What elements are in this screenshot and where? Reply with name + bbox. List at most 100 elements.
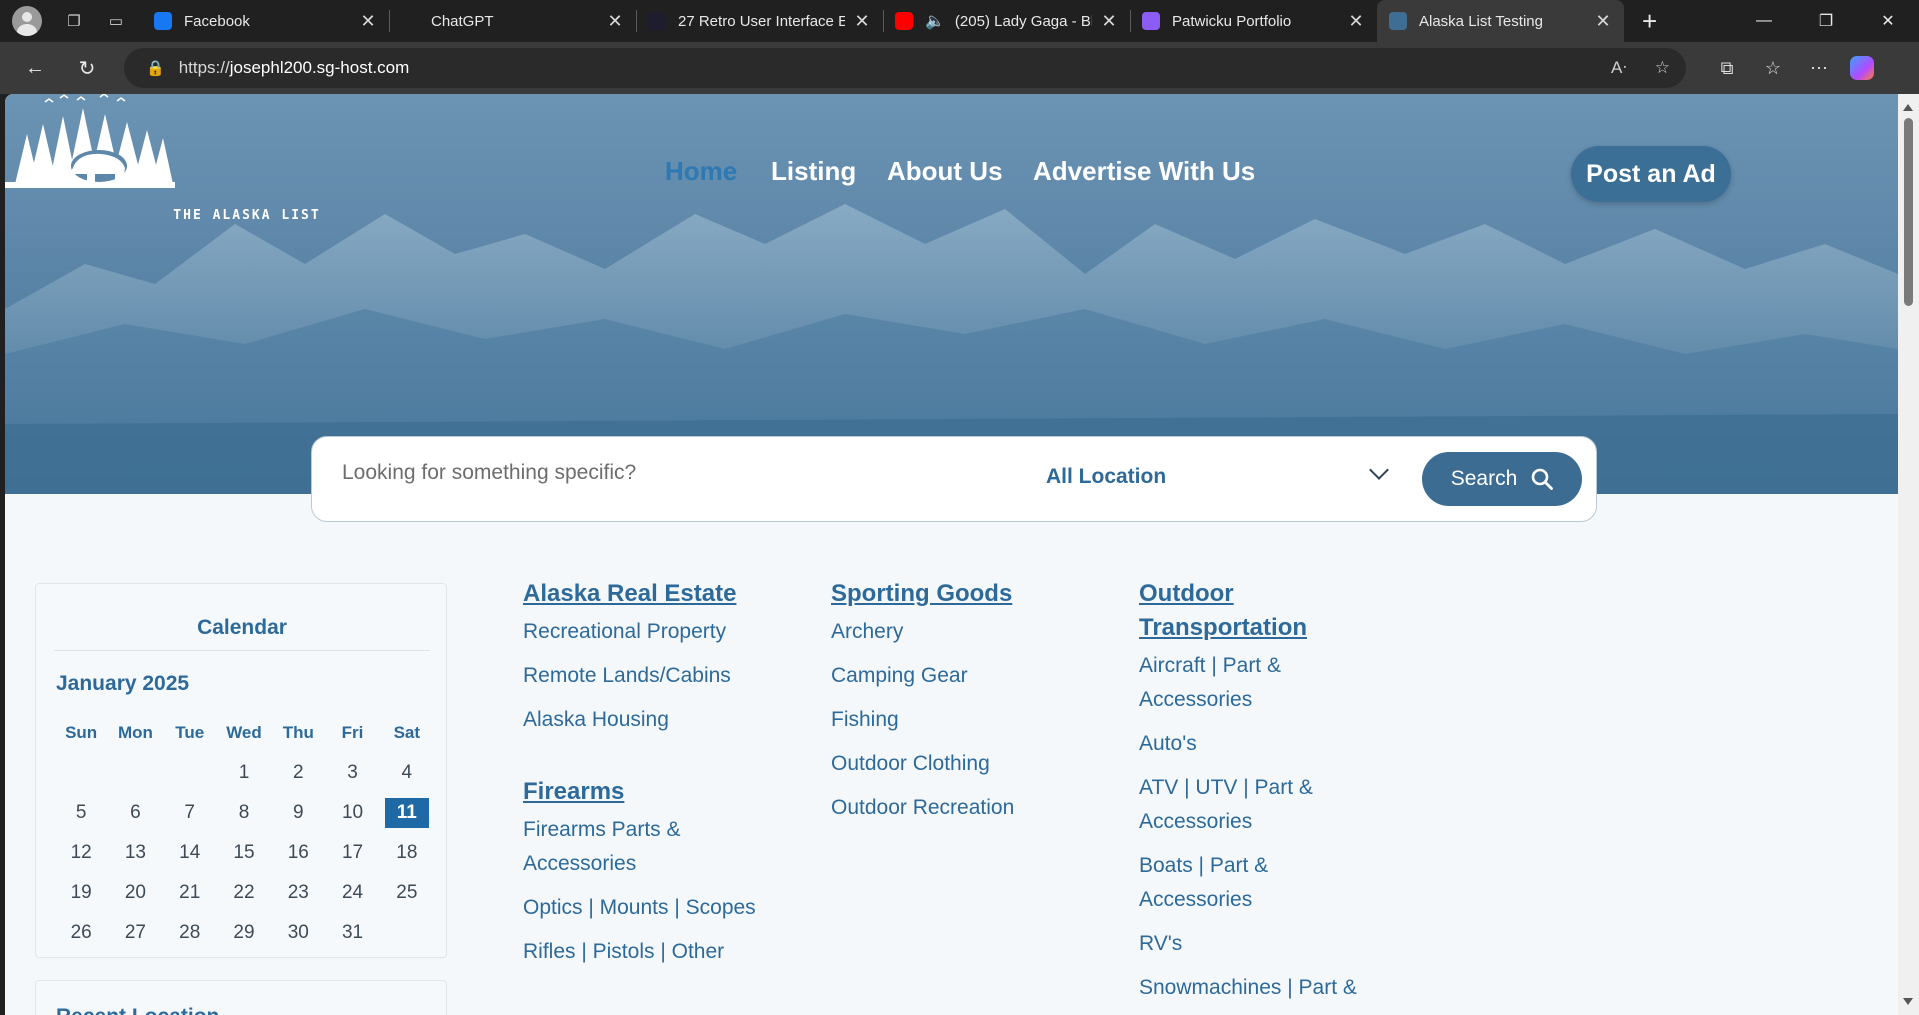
- scroll-up-icon[interactable]: [1903, 104, 1913, 111]
- reload-icon[interactable]: ↻: [68, 49, 106, 87]
- url-text[interactable]: https://josephl200.sg-host.com: [179, 58, 1583, 78]
- category-link[interactable]: Auto's: [1139, 727, 1384, 761]
- calendar-day[interactable]: 8: [217, 802, 271, 824]
- close-tab-icon[interactable]: ✕: [606, 11, 624, 32]
- close-tab-icon[interactable]: ✕: [359, 11, 377, 32]
- restore-icon[interactable]: ❐: [1795, 0, 1857, 42]
- alaska-list-logo[interactable]: [5, 94, 175, 198]
- category-link[interactable]: Fishing: [831, 703, 1081, 737]
- scroll-down-icon[interactable]: [1903, 998, 1913, 1005]
- calendar-today[interactable]: 11: [380, 798, 434, 828]
- browser-tab[interactable]: ChatGPT ✕: [389, 0, 636, 42]
- lock-icon[interactable]: 🔒: [146, 59, 165, 77]
- browser-tab[interactable]: 🔈 (205) Lady Gaga - Blo ✕: [883, 0, 1130, 42]
- nav-home[interactable]: Home: [665, 156, 737, 187]
- calendar-day[interactable]: 4: [380, 762, 434, 784]
- calendar-day[interactable]: 10: [325, 802, 379, 824]
- calendar-day[interactable]: 12: [54, 842, 108, 864]
- calendar-day[interactable]: 17: [325, 842, 379, 864]
- back-icon[interactable]: ←: [16, 49, 54, 87]
- minimize-icon[interactable]: —: [1733, 0, 1795, 42]
- calendar-day[interactable]: 29: [217, 922, 271, 944]
- calendar-day[interactable]: 30: [271, 922, 325, 944]
- calendar-day[interactable]: 5: [54, 802, 108, 824]
- category-heading[interactable]: Outdoor Transportation: [1139, 577, 1384, 645]
- category-link[interactable]: RV's: [1139, 927, 1384, 961]
- calendar-day[interactable]: 14: [163, 842, 217, 864]
- window-controls: — ❐ ✕: [1733, 0, 1919, 42]
- browser-tab[interactable]: Alaska List Testing ✕: [1377, 0, 1624, 42]
- nav-advertise[interactable]: Advertise With Us: [1033, 156, 1255, 187]
- close-tab-icon[interactable]: ✕: [1100, 11, 1118, 32]
- calendar-day[interactable]: 26: [54, 922, 108, 944]
- category-heading[interactable]: Firearms: [523, 775, 773, 809]
- profile-avatar-icon[interactable]: [12, 6, 42, 36]
- category-heading[interactable]: Alaska Real Estate: [523, 577, 773, 611]
- calendar-day[interactable]: 19: [54, 882, 108, 904]
- read-aloud-icon[interactable]: Aᐧ: [1611, 58, 1627, 78]
- category-link[interactable]: Snowmachines | Part &: [1139, 971, 1384, 1005]
- calendar-day[interactable]: 1: [217, 762, 271, 784]
- calendar-day[interactable]: 15: [217, 842, 271, 864]
- calendar-day[interactable]: 2: [271, 762, 325, 784]
- category-link[interactable]: Aircraft | Part & Accessories: [1139, 649, 1384, 717]
- calendar-day[interactable]: 27: [108, 922, 162, 944]
- search-input[interactable]: [342, 461, 962, 485]
- calendar-day[interactable]: 16: [271, 842, 325, 864]
- extensions-icon[interactable]: ⧉: [1704, 58, 1750, 79]
- copilot-icon[interactable]: [1850, 56, 1874, 80]
- category-link[interactable]: Firearms Parts & Accessories: [523, 813, 773, 881]
- browser-tab[interactable]: 27 Retro User Interface Ele ✕: [636, 0, 883, 42]
- calendar-day[interactable]: 21: [163, 882, 217, 904]
- calendar-day[interactable]: 23: [271, 882, 325, 904]
- calendar-week: 12 13 14 15 16 17 18: [54, 833, 434, 873]
- close-tab-icon[interactable]: ✕: [1347, 11, 1365, 32]
- calendar-day[interactable]: 20: [108, 882, 162, 904]
- category-link[interactable]: Remote Lands/Cabins: [523, 659, 773, 693]
- location-select[interactable]: All Location: [1046, 465, 1166, 489]
- calendar-day[interactable]: 25: [380, 882, 434, 904]
- browser-tab[interactable]: Facebook ✕: [142, 0, 389, 42]
- calendar-day[interactable]: 24: [325, 882, 379, 904]
- calendar-day[interactable]: 31: [325, 922, 379, 944]
- nav-about-us[interactable]: About Us: [887, 156, 1003, 187]
- category-link[interactable]: Alaska Housing: [523, 703, 773, 737]
- more-menu-icon[interactable]: ⋯: [1796, 58, 1842, 79]
- close-tab-icon[interactable]: ✕: [1594, 11, 1612, 32]
- search-button[interactable]: Search: [1422, 452, 1582, 506]
- category-link[interactable]: Camping Gear: [831, 659, 1081, 693]
- favorites-icon[interactable]: ☆: [1750, 58, 1796, 79]
- favorite-star-icon[interactable]: ☆: [1655, 58, 1670, 78]
- speaker-icon[interactable]: 🔈: [925, 11, 945, 31]
- category-link[interactable]: Rifles | Pistols | Other: [523, 935, 773, 969]
- workspaces-icon[interactable]: ❐: [64, 11, 84, 31]
- page-scrollbar[interactable]: [1898, 94, 1919, 1015]
- category-link[interactable]: Outdoor Recreation: [831, 791, 1081, 825]
- close-tab-icon[interactable]: ✕: [853, 11, 871, 32]
- post-ad-button[interactable]: Post an Ad: [1571, 146, 1731, 202]
- address-bar[interactable]: 🔒 https://josephl200.sg-host.com Aᐧ ☆: [124, 48, 1686, 88]
- close-window-icon[interactable]: ✕: [1857, 0, 1919, 42]
- category-link[interactable]: Boats | Part & Accessories: [1139, 849, 1384, 917]
- calendar-day[interactable]: 3: [325, 762, 379, 784]
- scrollbar-thumb[interactable]: [1904, 118, 1913, 306]
- calendar-day[interactable]: 22: [217, 882, 271, 904]
- calendar-day[interactable]: 9: [271, 802, 325, 824]
- calendar-day[interactable]: 13: [108, 842, 162, 864]
- tab-actions-icon[interactable]: ▭: [106, 11, 126, 31]
- chevron-down-icon[interactable]: [1369, 460, 1389, 480]
- category-heading[interactable]: Sporting Goods: [831, 577, 1081, 611]
- calendar-day[interactable]: 28: [163, 922, 217, 944]
- calendar-day[interactable]: 7: [163, 802, 217, 824]
- browser-tab[interactable]: Patwicku Portfolio ✕: [1130, 0, 1377, 42]
- category-link[interactable]: Archery: [831, 615, 1081, 649]
- vite-icon: [1142, 12, 1160, 30]
- nav-listing[interactable]: Listing: [771, 156, 856, 187]
- category-link[interactable]: Optics | Mounts | Scopes: [523, 891, 773, 925]
- category-link[interactable]: ATV | UTV | Part & Accessories: [1139, 771, 1384, 839]
- calendar-day[interactable]: 18: [380, 842, 434, 864]
- category-link[interactable]: Outdoor Clothing: [831, 747, 1081, 781]
- category-link[interactable]: Recreational Property: [523, 615, 773, 649]
- new-tab-icon[interactable]: +: [1642, 6, 1657, 37]
- calendar-day[interactable]: 6: [108, 802, 162, 824]
